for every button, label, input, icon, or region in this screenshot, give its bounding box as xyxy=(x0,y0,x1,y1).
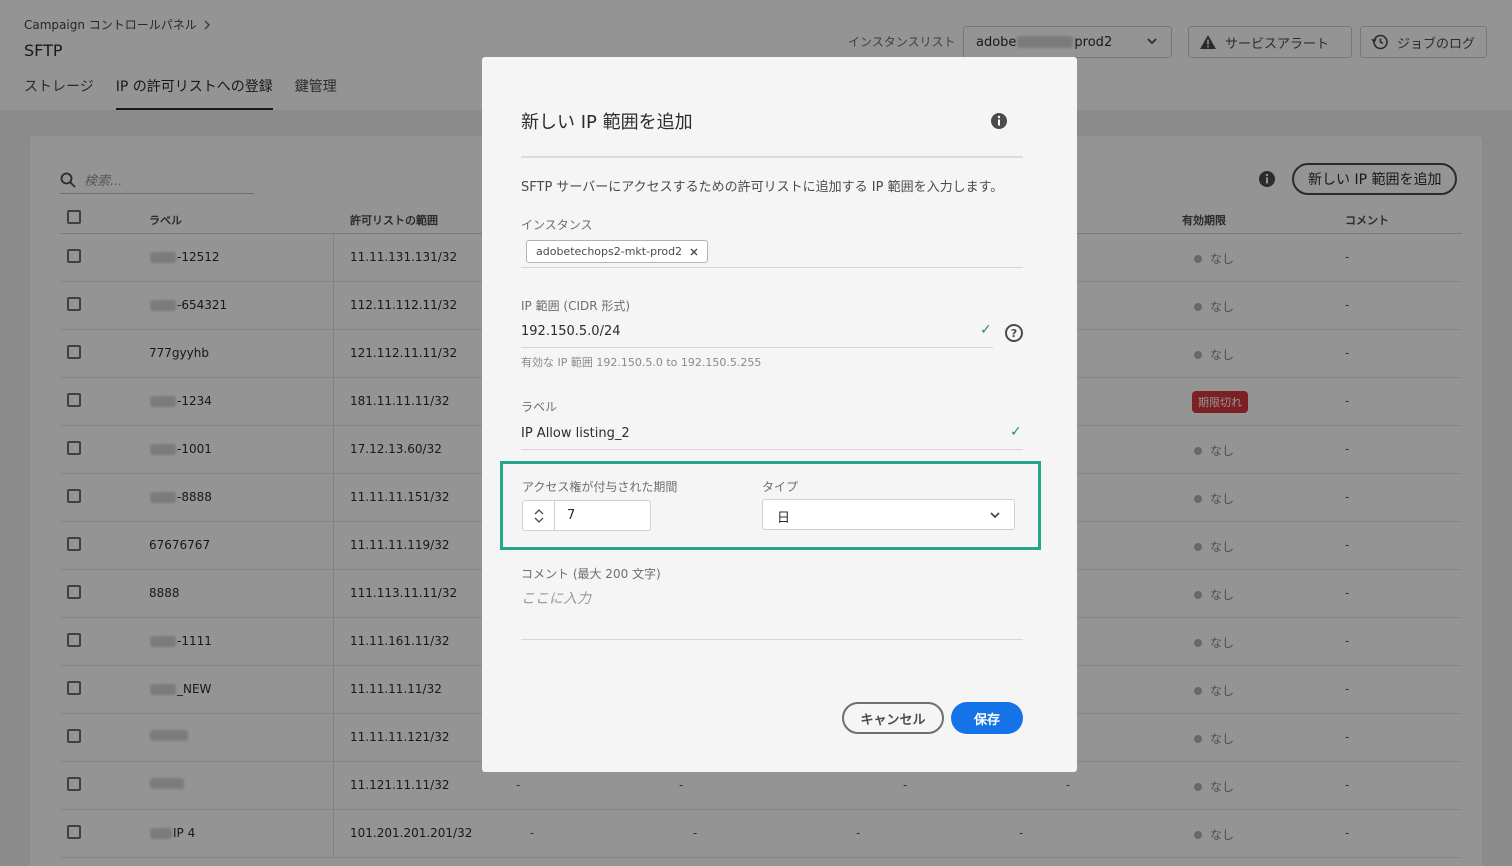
instance-tag-text: adobetechops2-mkt-prod2 xyxy=(536,245,683,258)
comment-field-underline xyxy=(521,639,1023,640)
stepper-arrows[interactable] xyxy=(523,501,555,530)
ip-range-input[interactable]: 192.150.5.0/24 xyxy=(521,324,621,339)
label-input[interactable]: IP Allow listing_2 xyxy=(521,426,630,441)
instance-field-underline xyxy=(521,267,1023,268)
label-field-label: ラベル xyxy=(521,400,558,414)
label-field-underline xyxy=(521,449,1023,450)
instance-label: インスタンス xyxy=(521,218,593,232)
chevron-up-icon[interactable] xyxy=(534,508,544,515)
type-select[interactable]: 日 xyxy=(762,499,1015,530)
comment-label: コメント (最大 200 文字) xyxy=(521,567,661,581)
duration-value[interactable]: 7 xyxy=(567,508,575,523)
ip-field-underline xyxy=(521,347,993,348)
chevron-down-icon[interactable] xyxy=(534,517,544,523)
type-label: タイプ xyxy=(762,480,799,494)
ip-range-label: IP 範囲 (CIDR 形式) xyxy=(521,299,631,313)
instance-tag: adobetechops2-mkt-prod2 xyxy=(526,240,709,263)
dialog-description: SFTP サーバーにアクセスするための許可リストに追加する IP 範囲を入力しま… xyxy=(521,180,1004,195)
dialog-divider xyxy=(521,156,1023,158)
checkmark-icon: ✓ xyxy=(980,322,992,338)
chevron-down-icon xyxy=(990,512,1000,519)
duration-label: アクセス権が付与された期間 xyxy=(522,480,678,494)
help-icon[interactable]: ? xyxy=(1005,324,1023,342)
duration-stepper[interactable]: 7 xyxy=(522,500,651,531)
cancel-button[interactable]: キャンセル xyxy=(842,702,944,734)
add-ip-range-dialog: 新しい IP 範囲を追加 SFTP サーバーにアクセスするための許可リストに追加… xyxy=(482,57,1077,772)
save-button[interactable]: 保存 xyxy=(951,702,1023,734)
checkmark-icon: ✓ xyxy=(1010,424,1022,440)
close-icon[interactable] xyxy=(690,248,698,256)
type-value: 日 xyxy=(777,511,791,526)
ip-range-help: 有効な IP 範囲 192.150.5.0 to 192.150.5.255 xyxy=(521,356,762,369)
dialog-title: 新しい IP 範囲を追加 xyxy=(521,112,693,133)
info-icon[interactable] xyxy=(990,112,1008,130)
comment-input[interactable]: ここに入力 xyxy=(521,588,591,608)
